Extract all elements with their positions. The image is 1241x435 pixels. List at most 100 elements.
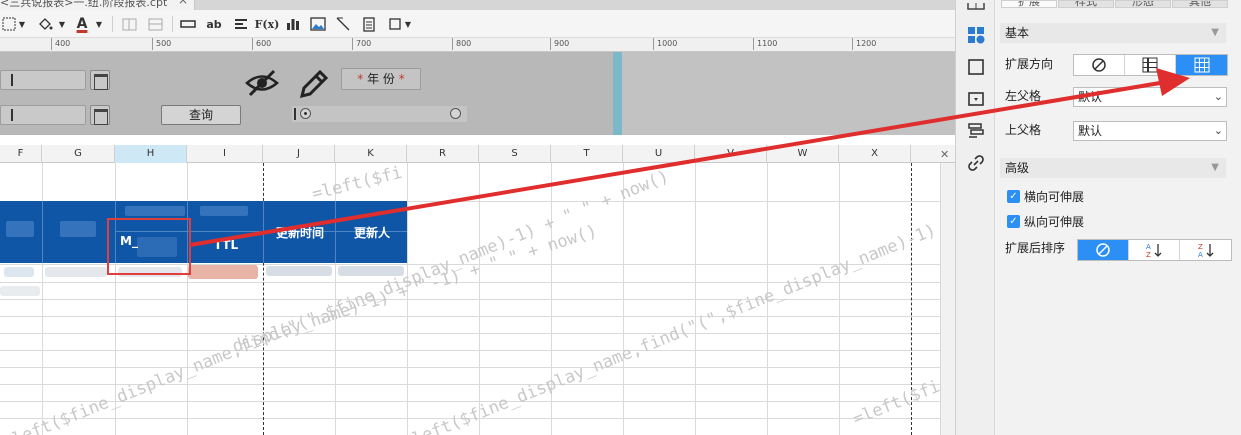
font-color-icon[interactable]: A xyxy=(73,14,91,34)
column-header-u[interactable]: U xyxy=(623,145,695,163)
border-dropdown-icon[interactable]: ▼ xyxy=(17,14,27,34)
chevron-down-icon: ⌄ xyxy=(1213,90,1223,103)
top-parent-select[interactable]: 默认 ⌄ xyxy=(1073,121,1227,141)
tab-form[interactable]: 形态 xyxy=(1115,0,1171,8)
image-icon[interactable] xyxy=(308,14,328,34)
top-parent-label: 上父格 xyxy=(1005,123,1042,137)
year-radio-first[interactable] xyxy=(300,108,311,119)
svg-text:A: A xyxy=(1198,251,1203,258)
text-icon[interactable]: ab xyxy=(204,14,224,34)
column-header-k[interactable]: K xyxy=(335,145,407,163)
svg-text:A: A xyxy=(1146,243,1151,251)
header-updater[interactable]: 更新人 xyxy=(337,224,407,241)
widget-dropdown-icon[interactable]: ▼ xyxy=(403,14,413,34)
header-update-time[interactable]: 更新时间 xyxy=(265,224,335,241)
grid-cells[interactable]: 更新时间 更新人 TTL M_ =left($fi -1) + " " + no… xyxy=(0,163,1072,435)
tab-other[interactable]: 其他 xyxy=(1172,0,1228,8)
chevron-down-icon: ▼ xyxy=(1211,162,1219,173)
tab-expand[interactable]: 扩展 xyxy=(1001,0,1057,8)
vertical-scrollbar[interactable] xyxy=(940,163,955,435)
column-header-s[interactable]: S xyxy=(479,145,551,163)
year-radio-last[interactable] xyxy=(450,108,461,119)
column-header-w[interactable]: W xyxy=(767,145,839,163)
h-expand-checkbox[interactable]: ✓ xyxy=(1007,190,1020,203)
blurred-cell xyxy=(60,221,96,237)
column-header-x[interactable]: X xyxy=(839,145,911,163)
widget-icon[interactable] xyxy=(386,14,404,34)
insert-row-icon[interactable] xyxy=(178,14,198,34)
no-sort-button[interactable] xyxy=(1078,240,1129,260)
chevron-down-icon: ▼ xyxy=(1211,27,1219,38)
highlight-box xyxy=(107,218,191,275)
parameter-area: 查询 * 年 份 * xyxy=(0,52,613,135)
border-icon[interactable] xyxy=(0,14,18,34)
svg-text:Z: Z xyxy=(1198,243,1203,251)
chart-icon[interactable] xyxy=(283,14,303,34)
vertical-expand-button[interactable] xyxy=(1125,55,1176,75)
sort-asc-button[interactable]: AZ xyxy=(1129,240,1180,260)
both-expand-button[interactable] xyxy=(1176,55,1227,75)
cell-element-icon[interactable] xyxy=(967,58,985,76)
left-parent-value: 默认 xyxy=(1078,90,1103,104)
ruler-mark: 1200 xyxy=(852,38,876,50)
document-tab[interactable]: <三兵说报表>一.纽.阶段报表.cpt × xyxy=(0,0,195,10)
parameter-panel-edge[interactable] xyxy=(613,52,622,135)
formula-icon[interactable]: F(x) xyxy=(255,14,280,34)
column-header-g[interactable]: G xyxy=(42,145,115,163)
h-expand-label: 横向可伸展 xyxy=(1024,190,1085,204)
hyperlink-icon[interactable] xyxy=(967,154,985,172)
property-icon-bar xyxy=(955,0,995,435)
start-date-input[interactable] xyxy=(0,70,86,90)
font-color-dropdown-icon[interactable]: ▼ xyxy=(94,14,104,34)
section-basic[interactable]: 基本 ▼ xyxy=(1000,23,1226,43)
sort-desc-button[interactable]: ZA xyxy=(1180,240,1231,260)
section-advanced[interactable]: 高级 ▼ xyxy=(1000,158,1226,178)
hidden-eye-icon[interactable] xyxy=(245,68,279,98)
left-parent-label: 左父格 xyxy=(1005,89,1042,103)
property-tabs: 扩展 样式 形态 其他 xyxy=(995,0,1241,8)
end-date-input[interactable] xyxy=(0,105,86,125)
column-header-i[interactable]: I xyxy=(187,145,263,163)
year-label: * 年 份 * xyxy=(341,68,421,90)
column-header-t[interactable]: T xyxy=(551,145,623,163)
document-tab-title: <三兵说报表>一.纽.阶段报表.cpt xyxy=(0,0,168,9)
no-sort-icon xyxy=(1096,243,1110,257)
form-cell-icon[interactable] xyxy=(359,14,379,34)
column-header-row: F G H I J K R S T U V W X ✕ xyxy=(0,145,955,163)
expand-attr-icon[interactable] xyxy=(967,26,985,44)
ruler-mark: 700 xyxy=(352,38,371,50)
spreadsheet-grid: F G H I J K R S T U V W X ✕ 更新时间 更新人 TTL… xyxy=(0,145,1072,435)
fill-dropdown-icon[interactable]: ▼ xyxy=(57,14,67,34)
column-header-r[interactable]: R xyxy=(407,145,479,163)
cell-attr-icon[interactable] xyxy=(967,0,985,18)
header-ttl[interactable]: TTL xyxy=(189,238,263,252)
widget-setting-icon[interactable] xyxy=(967,90,985,108)
ruler-mark: 800 xyxy=(452,38,471,50)
sort-descending-icon: ZA xyxy=(1198,243,1213,258)
ruler-mark: 600 xyxy=(252,38,271,50)
close-tab-icon[interactable]: × xyxy=(178,0,188,6)
unmerge-cells-icon[interactable] xyxy=(145,14,165,34)
align-icon[interactable] xyxy=(231,14,251,34)
calendar-icon[interactable] xyxy=(90,70,110,90)
document-tab-strip: <三兵说报表>一.纽.阶段报表.cpt × xyxy=(0,0,955,10)
section-advanced-title: 高级 xyxy=(1005,161,1030,175)
collapse-icon[interactable]: ✕ xyxy=(940,148,949,161)
tab-style[interactable]: 样式 xyxy=(1058,0,1114,8)
edit-pencil-icon[interactable] xyxy=(298,68,330,100)
column-header-f[interactable]: F xyxy=(0,145,42,163)
merge-cells-icon[interactable] xyxy=(119,14,139,34)
no-expand-button[interactable] xyxy=(1074,55,1125,75)
column-header-v[interactable]: V xyxy=(695,145,767,163)
calendar-icon[interactable] xyxy=(90,105,110,125)
v-expand-checkbox[interactable]: ✓ xyxy=(1007,215,1020,228)
sort-label: 扩展后排序 xyxy=(1005,241,1066,255)
fill-color-icon[interactable] xyxy=(34,14,56,34)
slash-cell-icon[interactable] xyxy=(333,14,353,34)
condition-icon[interactable] xyxy=(967,122,985,140)
query-button[interactable]: 查询 xyxy=(161,105,241,125)
left-parent-select[interactable]: 默认 ⌄ xyxy=(1073,87,1227,107)
required-star: * xyxy=(398,72,405,86)
column-header-h[interactable]: H xyxy=(115,145,187,163)
column-header-j[interactable]: J xyxy=(263,145,335,163)
